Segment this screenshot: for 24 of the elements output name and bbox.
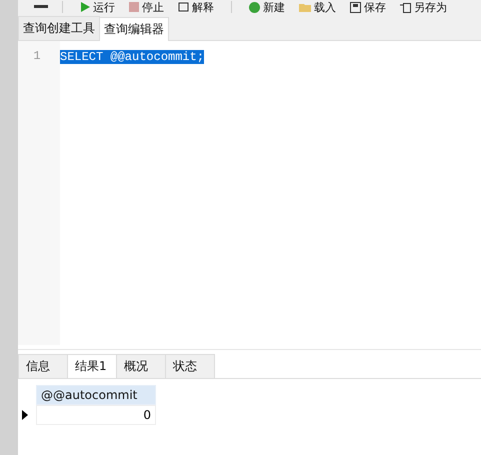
result-tab[interactable]: 状态 xyxy=(165,354,215,378)
editor-tab[interactable]: 查询创建工具 xyxy=(18,16,100,40)
stop-icon xyxy=(129,2,139,12)
editor-tab[interactable]: 查询编辑器 xyxy=(99,17,169,41)
column-header[interactable]: @@autocommit xyxy=(36,385,156,405)
code-editor[interactable]: 1 SELECT @@autocommit; xyxy=(18,41,481,345)
table-cell: 0 xyxy=(36,405,156,425)
save-icon xyxy=(350,2,361,12)
folder-icon xyxy=(299,2,311,12)
line-number: 1 xyxy=(33,49,41,63)
play-icon xyxy=(80,2,90,12)
save-as-icon xyxy=(400,2,411,12)
saveas-button[interactable]: 另存为 xyxy=(397,0,450,14)
result-tab[interactable]: 概况 xyxy=(116,354,166,378)
result-tab[interactable]: 信息 xyxy=(18,354,68,378)
explain-button[interactable]: 解释 xyxy=(175,0,217,14)
save-button[interactable]: 保存 xyxy=(347,0,389,14)
run-button[interactable]: 运行 xyxy=(77,0,118,14)
add-icon xyxy=(249,2,260,12)
load-button[interactable]: 载入 xyxy=(296,0,339,14)
document-icon xyxy=(178,2,189,12)
menu-icon[interactable] xyxy=(34,5,48,9)
new-button[interactable]: 新建 xyxy=(246,0,288,14)
stop-button[interactable]: 停止 xyxy=(126,0,167,14)
